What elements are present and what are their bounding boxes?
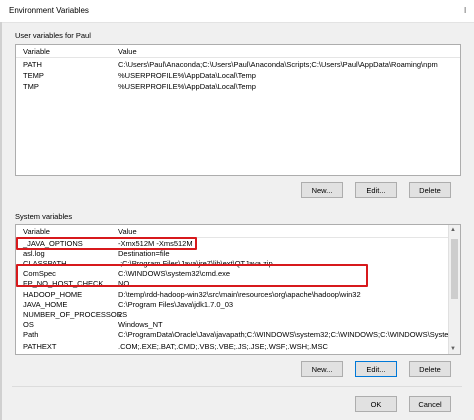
table-row[interactable]: PATH C:\Users\Paul\Anaconda;C:\Users\Pau…	[16, 60, 460, 70]
var-name: OS	[23, 320, 34, 329]
var-name: asl.log	[23, 249, 45, 258]
title-bar: Environment Variables І	[0, 0, 474, 23]
table-row[interactable]: asl.log Destination=file	[16, 249, 460, 259]
hadoop-java-home-highlight	[16, 264, 368, 287]
var-value: .COM;.EXE;.BAT;.CMD;.VBS;.VBE;.JS;.JSE;.…	[118, 342, 328, 351]
user-variables-label: User variables for Paul	[15, 31, 91, 40]
table-row[interactable]: TEMP %USERPROFILE%\AppData\Local\Temp	[16, 71, 460, 81]
scroll-down-arrow-icon[interactable]: ▼	[450, 346, 456, 352]
system-delete-button[interactable]: Delete	[409, 361, 451, 377]
table-row[interactable]: PATHEXT .COM;.EXE;.BAT;.CMD;.VBS;.VBE;.J…	[16, 342, 460, 352]
table-row[interactable]: TMP %USERPROFILE%\AppData\Local\Temp	[16, 82, 460, 92]
var-value: 2	[118, 310, 123, 319]
var-value: C:\ProgramData\Oracle\Java\javapath;C:\W…	[118, 330, 461, 339]
system-list-scrollbar[interactable]: ▲ ▼	[448, 225, 460, 354]
user-col-variable[interactable]: Variable	[23, 47, 50, 56]
system-variables-label: System variables	[15, 212, 73, 221]
var-name: NUMBER_OF_PROCESSORS	[23, 310, 128, 319]
system-col-value[interactable]: Value	[118, 227, 137, 236]
var-name: TMP	[23, 82, 39, 91]
window-title: Environment Variables	[9, 6, 89, 15]
var-value: Destination=file	[118, 249, 170, 258]
window-left-edge	[0, 22, 2, 420]
var-name: PATH	[23, 60, 42, 69]
scroll-up-arrow-icon[interactable]: ▲	[450, 227, 456, 233]
var-value: C:\Program Files\Java\jdk1.7.0_03	[118, 300, 234, 309]
var-value: D:\temp\rdd-hadoop-win32\src\main\resour…	[118, 290, 361, 299]
system-new-button[interactable]: New...	[301, 361, 343, 377]
table-row[interactable]: OS Windows_NT	[16, 320, 460, 330]
system-edit-button[interactable]: Edit...	[355, 361, 397, 377]
table-row[interactable]: JAVA_HOME C:\Program Files\Java\jdk1.7.0…	[16, 300, 460, 310]
java-options-highlight	[16, 237, 197, 250]
ok-button[interactable]: OK	[355, 396, 397, 412]
var-name: Path	[23, 330, 39, 339]
user-col-value[interactable]: Value	[118, 47, 137, 56]
table-row[interactable]: HADOOP_HOME D:\temp\rdd-hadoop-win32\src…	[16, 290, 460, 300]
footer-divider	[12, 386, 462, 387]
user-edit-button[interactable]: Edit...	[355, 182, 397, 198]
var-name: TEMP	[23, 71, 44, 80]
var-value: %USERPROFILE%\AppData\Local\Temp	[118, 71, 256, 80]
var-value: Windows_NT	[118, 320, 163, 329]
user-new-button[interactable]: New...	[301, 182, 343, 198]
var-value: C:\Users\Paul\Anaconda;C:\Users\Paul\Ana…	[118, 60, 438, 69]
var-name: HADOOP_HOME	[23, 290, 83, 299]
var-name: JAVA_HOME	[23, 300, 68, 309]
var-value: %USERPROFILE%\AppData\Local\Temp	[118, 82, 256, 91]
scroll-thumb[interactable]	[451, 239, 458, 299]
user-variables-list[interactable]: Variable Value PATH C:\Users\Paul\Anacon…	[15, 44, 461, 176]
table-row[interactable]: NUMBER_OF_PROCESSORS 2	[16, 310, 460, 320]
user-list-header: Variable Value	[16, 45, 460, 58]
corner-glyph: І	[464, 6, 467, 15]
var-name: PATHEXT	[23, 342, 57, 351]
table-row[interactable]: Path C:\ProgramData\Oracle\Java\javapath…	[16, 330, 460, 340]
system-col-variable[interactable]: Variable	[23, 227, 50, 236]
cancel-button[interactable]: Cancel	[409, 396, 451, 412]
user-delete-button[interactable]: Delete	[409, 182, 451, 198]
